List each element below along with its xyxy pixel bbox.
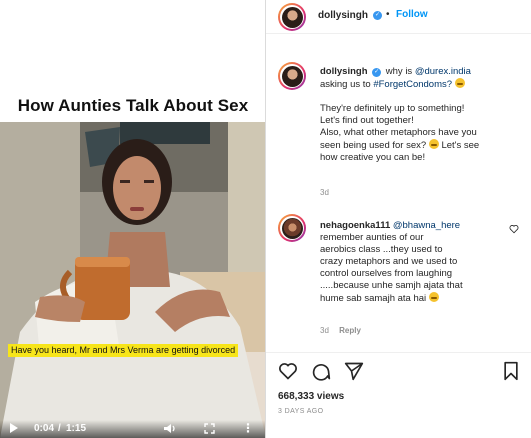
emoji-icon	[428, 292, 439, 302]
comment-line3: crazy metaphors and we used to	[320, 256, 458, 267]
follow-button[interactable]: Follow	[396, 9, 428, 20]
caption-age: 3d	[320, 188, 329, 197]
comment-text: nehagoenka111 @bhawna_here remember aunt…	[320, 220, 520, 305]
more-icon[interactable]: ⋮	[242, 422, 254, 434]
comment-age: 3d	[320, 326, 329, 335]
heart-icon[interactable]	[278, 361, 298, 381]
video-controls: 0:04 / 1:15 ⋮	[0, 420, 265, 438]
share-icon[interactable]	[344, 361, 364, 381]
caption-line2: asking us to	[320, 79, 371, 90]
avatar[interactable]	[278, 3, 306, 31]
bookmark-icon[interactable]	[502, 361, 520, 381]
post-panel: dollysingh ✓ • Follow dollysingh ✓ why i…	[266, 0, 531, 438]
comment-username[interactable]: nehagoenka111	[320, 220, 390, 231]
comment-line1: remember aunties of our	[320, 232, 424, 243]
verified-icon: ✓	[373, 11, 382, 20]
caption-username[interactable]: dollysingh	[320, 66, 368, 77]
comment-avatar[interactable]	[278, 214, 306, 242]
post-header: dollysingh ✓ • Follow	[266, 0, 531, 34]
comment-icon[interactable]	[311, 361, 331, 381]
time-current: 0:04	[34, 423, 55, 434]
comment-line5: .....because unhe samjh ajata that	[320, 280, 463, 291]
caption-verified-icon: ✓	[372, 68, 382, 77]
video-player[interactable]: How Aunties Talk About Sex Have you hear…	[0, 0, 266, 438]
comment-mention[interactable]: @bhawna_here	[393, 220, 460, 231]
posted-time: 3 DAYS AGO	[278, 408, 324, 415]
caption-para-line1: They're definitely up to something!	[320, 103, 465, 114]
caption-para-line4: seen being used for sex?	[320, 140, 427, 151]
comment-heart-icon[interactable]	[509, 224, 519, 234]
play-icon[interactable]	[10, 423, 18, 433]
caption-intro: why is	[385, 66, 413, 77]
caption-mention[interactable]: @durex.india	[415, 66, 471, 77]
comment-meta: 3d Reply	[320, 326, 361, 335]
header-separator: •	[386, 9, 390, 20]
caption-avatar[interactable]	[278, 62, 306, 90]
post-actions: 668,333 views 3 DAYS AGO	[266, 352, 531, 438]
video-caption: Have you heard, Mr and Mrs Verma are get…	[8, 344, 239, 357]
caption-para-line2: Let's find out together!	[320, 115, 414, 126]
comment-line6: hume sab samajh ata hai	[320, 293, 427, 304]
caption-para-line4-tail: Let's see	[441, 140, 480, 151]
volume-icon[interactable]	[163, 423, 177, 438]
thinking-emoji-icon	[454, 78, 465, 88]
fullscreen-icon[interactable]	[204, 423, 215, 438]
video-title: How Aunties Talk About Sex	[17, 96, 249, 115]
time-total: 1:15	[66, 423, 87, 434]
reply-button[interactable]: Reply	[339, 326, 361, 335]
emoji-icon	[428, 139, 439, 149]
caption-text: dollysingh ✓ why is @durex.india asking …	[320, 66, 520, 164]
caption-hashtag[interactable]: #ForgetCondoms?	[373, 79, 452, 90]
header-username[interactable]: dollysingh	[318, 10, 368, 21]
views-count[interactable]: 668,333 views	[278, 391, 344, 402]
caption-para-line3: Also, what other metaphors have you	[320, 127, 477, 138]
video-frame[interactable]	[0, 122, 265, 438]
caption-para-line5: how creative you can be!	[320, 152, 426, 163]
comment-line4: control ourselves from laughing	[320, 268, 453, 279]
time-separator: /	[58, 423, 61, 434]
comment-line2: aerobics class ...they used to	[320, 244, 443, 255]
video-frame-illustration	[0, 122, 265, 438]
